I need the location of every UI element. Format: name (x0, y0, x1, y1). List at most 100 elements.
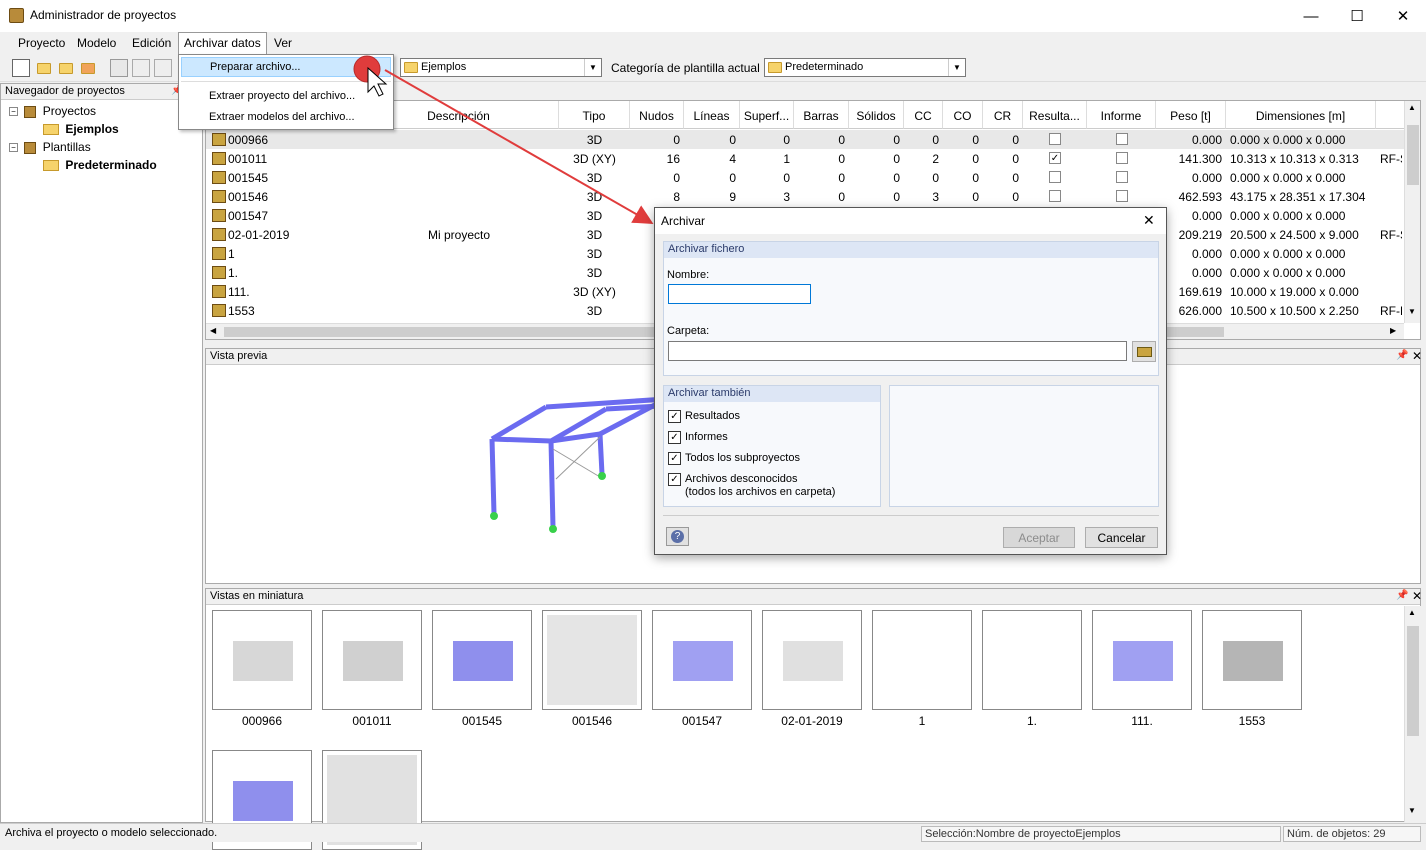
column-header[interactable]: Sólidos (849, 101, 904, 129)
collapse-icon[interactable]: − (9, 107, 18, 117)
menu-proyecto[interactable]: Proyecto (14, 35, 69, 51)
table-cell (363, 244, 555, 263)
table-cell: 0 (972, 171, 979, 185)
tree-item-plantillas[interactable]: − Plantillas (9, 140, 91, 154)
name-label: Nombre: (667, 269, 710, 281)
thumbnail[interactable] (322, 610, 422, 710)
paste-icon[interactable] (132, 59, 150, 77)
table-cell: 43.175 x 28.351 x 17.304 (1230, 190, 1366, 204)
status-bar: Archiva el proyecto o modelo seleccionad… (0, 823, 1426, 842)
column-header[interactable]: Dimensiones [m] (1226, 101, 1376, 129)
column-header[interactable]: Peso [t] (1156, 101, 1226, 129)
report-checkbox (1115, 152, 1128, 164)
model-file-icon (212, 209, 226, 222)
checkbox-box[interactable]: ✓ (668, 473, 681, 486)
table-cell: 0.000 (1191, 171, 1222, 185)
column-header[interactable]: CR (983, 101, 1023, 129)
project-box-icon (24, 141, 37, 154)
model-render (453, 641, 513, 681)
column-header[interactable]: Informe (1087, 101, 1156, 129)
folder-star-icon[interactable] (58, 59, 76, 77)
thumbnail-label: 001011 (352, 714, 392, 728)
checkbox-box[interactable]: ✓ (668, 431, 681, 444)
column-header[interactable]: Barras (794, 101, 849, 129)
thumbnail[interactable] (652, 610, 752, 710)
copy-icon[interactable] (110, 59, 128, 77)
duplicate-icon[interactable] (154, 59, 172, 77)
status-message: Archiva el proyecto o modelo seleccionad… (5, 827, 218, 839)
thumbnail-label: 001547 (681, 714, 723, 728)
checkbox-box[interactable]: ✓ (668, 452, 681, 465)
column-header[interactable] (1376, 101, 1406, 129)
thumbnail[interactable] (542, 610, 642, 710)
column-header[interactable]: Nudos (630, 101, 684, 129)
thumbnails-vertical-scrollbar[interactable]: ▲ ▼ (1404, 606, 1421, 822)
column-header[interactable]: CC (904, 101, 943, 129)
results-checkbox (1049, 171, 1061, 183)
chevron-down-icon[interactable]: ▼ (584, 59, 601, 76)
folder-delete-icon[interactable] (80, 59, 98, 77)
chevron-down-icon[interactable]: ▼ (948, 59, 965, 76)
table-row[interactable]: 001546 3D 8 9 3 0 0 3 0 0 462.593 43.175 x 28.351 x… (206, 187, 1404, 206)
table-row[interactable]: 000966 3D 0 0 0 0 0 0 0 0 0.000 0.000 x 0.000 x 0.0… (206, 130, 1404, 149)
checkbox-box[interactable]: ✓ (668, 410, 681, 423)
new-icon[interactable] (12, 59, 30, 77)
table-cell: 3D (XY) (573, 285, 616, 299)
tree-item-proyectos[interactable]: − Proyectos (9, 104, 96, 118)
project-combo[interactable]: Ejemplos ▼ (400, 58, 602, 77)
minimize-button[interactable]: — (1288, 0, 1334, 32)
model-render (673, 641, 733, 681)
menu-bar: Proyecto Modelo Edición Archivar datos V… (0, 32, 1426, 54)
table-cell: 0.000 x 0.000 x 0.000 (1230, 247, 1346, 261)
table-row[interactable]: 001545 3D 0 0 0 0 0 0 0 0 0.000 0.000 x 0.000 x 0.0… (206, 168, 1404, 187)
checkbox-label: Todos los subproyectos (685, 452, 800, 464)
close-icon[interactable]: ✕ (1412, 349, 1422, 363)
template-combo[interactable]: Predeterminado ▼ (764, 58, 966, 77)
menu-item-extraer-modelos[interactable]: Extraer modelos del archivo... (181, 108, 391, 128)
menu-modelo[interactable]: Modelo (73, 35, 120, 51)
thumbnail-label: 111. (1131, 714, 1153, 728)
thumbnail[interactable] (432, 610, 532, 710)
accept-button[interactable]: Aceptar (1003, 527, 1075, 548)
folder-input[interactable] (668, 341, 1127, 361)
tree-item-predeterminado[interactable]: Predeterminado (43, 158, 157, 172)
menu-archivar-datos[interactable]: Archivar datos (178, 32, 267, 54)
column-header[interactable]: Resulta... (1023, 101, 1087, 129)
tree-item-ejemplos[interactable]: Ejemplos (43, 122, 119, 136)
table-row[interactable]: 001011 3D (XY) 16 4 1 0 0 2 0 0 ✓ 141.300 10.313 x 1… (206, 149, 1404, 168)
model-file-icon (212, 133, 226, 146)
thumbnail[interactable] (762, 610, 862, 710)
thumbnail[interactable] (212, 610, 312, 710)
thumbnail[interactable] (982, 610, 1082, 710)
table-cell: 10.000 x 19.000 x 0.000 (1230, 285, 1359, 299)
results-checkbox: ✓ (1049, 152, 1061, 164)
name-input[interactable] (668, 284, 811, 304)
close-icon[interactable]: ✕ (1412, 589, 1422, 603)
tree-label: Proyectos (42, 104, 97, 118)
cancel-button[interactable]: Cancelar (1085, 527, 1158, 548)
open-folder-icon[interactable] (36, 59, 54, 77)
pin-icon[interactable]: 📌 (1396, 350, 1408, 361)
checkbox-label: Resultados (685, 410, 741, 422)
table-vertical-scrollbar[interactable]: ▲ ▼ (1404, 101, 1420, 323)
pin-icon[interactable]: 📌 (1396, 590, 1408, 601)
window-title: Administrador de proyectos (30, 8, 177, 22)
menu-item-preparar-archivo[interactable]: Preparar archivo... (181, 57, 391, 77)
dialog-close-button[interactable]: ✕ (1143, 212, 1155, 229)
table-cell (363, 130, 555, 149)
thumbnail[interactable] (872, 610, 972, 710)
menu-edicion[interactable]: Edición (128, 35, 175, 51)
column-header[interactable]: Líneas (684, 101, 740, 129)
browse-folder-button[interactable] (1132, 341, 1156, 362)
maximize-button[interactable]: ☐ (1334, 0, 1380, 32)
collapse-icon[interactable]: − (9, 143, 18, 153)
thumbnail[interactable] (1202, 610, 1302, 710)
column-header[interactable]: Tipo (559, 101, 630, 129)
close-button[interactable]: ✕ (1380, 0, 1426, 32)
menu-ver[interactable]: Ver (270, 35, 296, 51)
column-header[interactable]: CO (943, 101, 983, 129)
thumbnail[interactable] (1092, 610, 1192, 710)
menu-item-extraer-proyecto[interactable]: Extraer proyecto del archivo... (181, 87, 391, 107)
help-button[interactable]: ? (666, 527, 689, 546)
column-header[interactable]: Superf... (740, 101, 794, 129)
